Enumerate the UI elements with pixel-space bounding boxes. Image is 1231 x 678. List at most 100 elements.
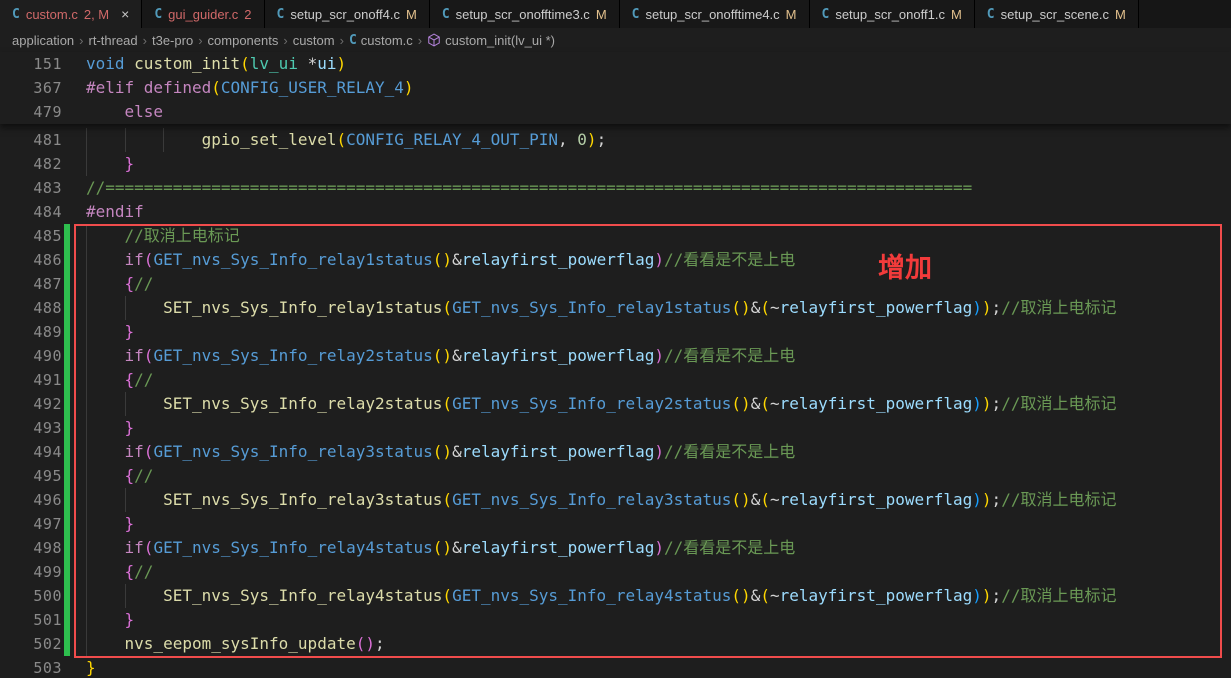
code-line-490[interactable]: 490 if(GET_nvs_Sys_Info_relay2status()&r… bbox=[0, 344, 1231, 368]
code-token bbox=[298, 54, 308, 73]
code-token: relayfirst_powerflag bbox=[462, 538, 655, 557]
code-line-501[interactable]: 501 } bbox=[0, 608, 1231, 632]
git-added-gutter-bar bbox=[64, 272, 70, 296]
code-line-482[interactable]: 482 } bbox=[0, 152, 1231, 176]
code-token: () bbox=[731, 298, 750, 317]
code-line-495[interactable]: 495 {// bbox=[0, 464, 1231, 488]
git-added-gutter-bar bbox=[64, 488, 70, 512]
code-text: SET_nvs_Sys_Info_relay4status(GET_nvs_Sy… bbox=[86, 584, 1116, 608]
code-area[interactable]: 481 gpio_set_level(CONFIG_RELAY_4_OUT_PI… bbox=[0, 128, 1231, 678]
sticky-line-367[interactable]: 367#elif defined(CONFIG_USER_RELAY_4) bbox=[0, 76, 1231, 100]
code-text: //======================================… bbox=[86, 176, 972, 200]
code-token bbox=[86, 226, 125, 245]
symbol-cube-icon bbox=[427, 33, 441, 47]
code-token: //取消上电标记 bbox=[1001, 586, 1116, 605]
code-line-494[interactable]: 494 if(GET_nvs_Sys_Info_relay3status()&r… bbox=[0, 440, 1231, 464]
line-number: 367 bbox=[0, 76, 62, 100]
code-token: relayfirst_powerflag bbox=[780, 586, 973, 605]
git-added-gutter-bar bbox=[64, 248, 70, 272]
code-line-485[interactable]: 485 //取消上电标记 bbox=[0, 224, 1231, 248]
close-icon[interactable]: × bbox=[121, 7, 129, 21]
code-line-499[interactable]: 499 {// bbox=[0, 560, 1231, 584]
line-number: 497 bbox=[0, 512, 62, 536]
code-token: //======================================… bbox=[86, 178, 972, 197]
code-line-488[interactable]: 488 SET_nvs_Sys_Info_relay1status(GET_nv… bbox=[0, 296, 1231, 320]
code-token: ( bbox=[144, 250, 154, 269]
code-text: } bbox=[86, 152, 134, 176]
c-file-icon: C bbox=[442, 7, 450, 22]
code-token: () bbox=[731, 490, 750, 509]
c-file-icon: C bbox=[822, 7, 830, 22]
code-line-502[interactable]: 502 nvs_eepom_sysInfo_update(); bbox=[0, 632, 1231, 656]
line-number: 483 bbox=[0, 176, 62, 200]
breadcrumb-item-custom-c[interactable]: Ccustom.c bbox=[349, 33, 413, 48]
code-token bbox=[86, 562, 125, 581]
sticky-line-151[interactable]: 151void custom_init(lv_ui *ui) bbox=[0, 52, 1231, 76]
code-token: ~ bbox=[770, 394, 780, 413]
breadcrumb-item-custom[interactable]: custom bbox=[293, 33, 335, 48]
code-token: GET_nvs_Sys_Info_relay4status bbox=[153, 538, 432, 557]
tab-badge: M bbox=[596, 7, 607, 22]
breadcrumb-item-application[interactable]: application bbox=[12, 33, 74, 48]
code-line-496[interactable]: 496 SET_nvs_Sys_Info_relay3status(GET_nv… bbox=[0, 488, 1231, 512]
breadcrumb-item-custom-init-lv-ui-[interactable]: custom_init(lv_ui *) bbox=[427, 33, 555, 48]
code-line-487[interactable]: 487 {// bbox=[0, 272, 1231, 296]
code-token: ) bbox=[972, 586, 982, 605]
tab-gui_guider.c[interactable]: Cgui_guider.c2 bbox=[142, 0, 264, 28]
sticky-line-479[interactable]: 479 else bbox=[0, 100, 1231, 124]
code-line-492[interactable]: 492 SET_nvs_Sys_Info_relay2status(GET_nv… bbox=[0, 392, 1231, 416]
tab-setup_scr_onofftime4.c[interactable]: Csetup_scr_onofftime4.cM bbox=[620, 0, 810, 28]
tab-label: custom.c bbox=[26, 7, 78, 22]
git-added-gutter-bar bbox=[64, 608, 70, 632]
code-token: () bbox=[433, 538, 452, 557]
breadcrumb-item-rt-thread[interactable]: rt-thread bbox=[89, 33, 138, 48]
breadcrumb-label: custom_init(lv_ui *) bbox=[445, 33, 555, 48]
code-token: SET_nvs_Sys_Info_relay2status bbox=[163, 394, 442, 413]
code-line-484[interactable]: 484#endif bbox=[0, 200, 1231, 224]
code-token: ~ bbox=[770, 298, 780, 317]
code-token: //看看是不是上电 bbox=[664, 346, 795, 365]
line-number: 501 bbox=[0, 608, 62, 632]
code-token: ~ bbox=[770, 586, 780, 605]
code-line-498[interactable]: 498 if(GET_nvs_Sys_Info_relay4status()&r… bbox=[0, 536, 1231, 560]
code-text: } bbox=[86, 656, 96, 678]
code-token bbox=[86, 274, 125, 293]
code-token: () bbox=[433, 442, 452, 461]
tab-setup_scr_onoff1.c[interactable]: Csetup_scr_onoff1.cM bbox=[810, 0, 975, 28]
code-token: SET_nvs_Sys_Info_relay3status bbox=[163, 490, 442, 509]
tab-setup_scr_scene.c[interactable]: Csetup_scr_scene.cM bbox=[975, 0, 1139, 28]
code-line-486[interactable]: 486 if(GET_nvs_Sys_Info_relay1status()&r… bbox=[0, 248, 1231, 272]
line-number: 496 bbox=[0, 488, 62, 512]
tab-setup_scr_onoff4.c[interactable]: Csetup_scr_onoff4.cM bbox=[265, 0, 430, 28]
breadcrumb-item-t3e-pro[interactable]: t3e-pro bbox=[152, 33, 193, 48]
code-token: //看看是不是上电 bbox=[664, 250, 795, 269]
code-token: ( bbox=[336, 130, 346, 149]
git-added-gutter-bar bbox=[64, 440, 70, 464]
line-number: 492 bbox=[0, 392, 62, 416]
tab-setup_scr_onofftime3.c[interactable]: Csetup_scr_onofftime3.cM bbox=[430, 0, 620, 28]
code-line-483[interactable]: 483 //===================================… bbox=[0, 176, 1231, 200]
code-token: & bbox=[751, 394, 761, 413]
code-line-497[interactable]: 497 } bbox=[0, 512, 1231, 536]
breadcrumb-item-components[interactable]: components bbox=[208, 33, 279, 48]
line-number: 151 bbox=[0, 52, 62, 76]
code-token: () bbox=[731, 394, 750, 413]
code-text: {// bbox=[86, 368, 153, 392]
code-token bbox=[86, 370, 125, 389]
git-added-gutter-bar bbox=[64, 536, 70, 560]
code-token: SET_nvs_Sys_Info_relay4status bbox=[163, 586, 442, 605]
code-token: nvs_eepom_sysInfo_update bbox=[125, 634, 356, 653]
line-number: 491 bbox=[0, 368, 62, 392]
tab-custom.c[interactable]: Ccustom.c2, M× bbox=[0, 0, 142, 28]
code-line-481[interactable]: 481 gpio_set_level(CONFIG_RELAY_4_OUT_PI… bbox=[0, 128, 1231, 152]
code-line-489[interactable]: 489 } bbox=[0, 320, 1231, 344]
code-line-493[interactable]: 493 } bbox=[0, 416, 1231, 440]
code-token: } bbox=[125, 418, 135, 437]
git-added-gutter-bar bbox=[64, 584, 70, 608]
code-line-503[interactable]: 503} bbox=[0, 656, 1231, 678]
breadcrumb-label: custom.c bbox=[361, 33, 413, 48]
code-token bbox=[86, 322, 125, 341]
code-line-491[interactable]: 491 {// bbox=[0, 368, 1231, 392]
code-line-500[interactable]: 500 SET_nvs_Sys_Info_relay4status(GET_nv… bbox=[0, 584, 1231, 608]
code-token: ; bbox=[597, 130, 607, 149]
